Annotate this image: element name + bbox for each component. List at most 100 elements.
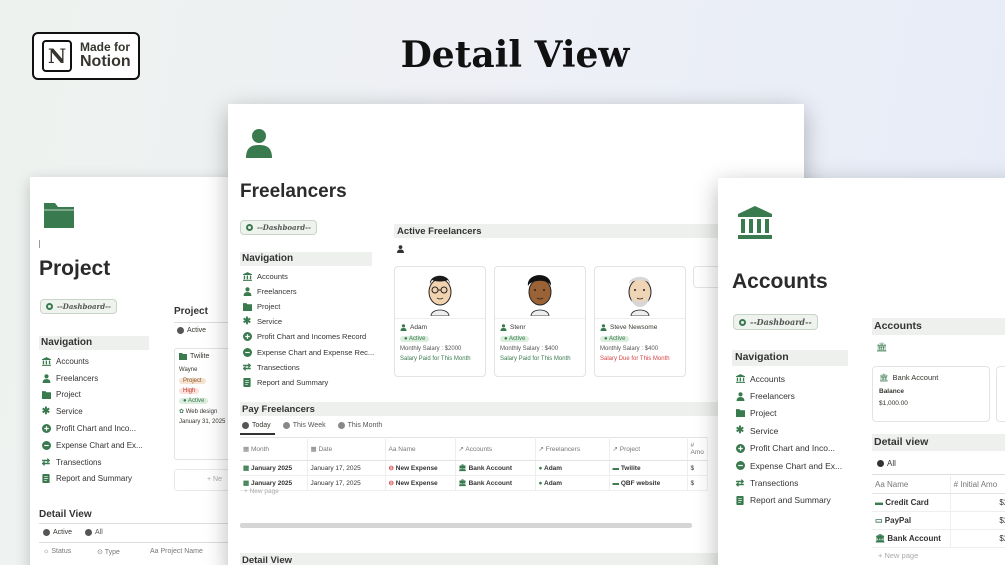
sidebar-item-label: Accounts <box>257 272 288 282</box>
bank-icon: 🏛 <box>458 465 467 472</box>
sidebar-item-service[interactable]: ✱ Service <box>735 422 860 439</box>
dashboard-button[interactable]: --Dashboard-- <box>240 220 317 235</box>
freelancer-card[interactable]: Stenr ● Active Monthly Salary : $400 Sal… <box>494 266 586 377</box>
status-badge: ● Active <box>500 336 530 342</box>
table-row[interactable]: 🏛 Bank Account $2,0 <box>872 529 1005 548</box>
column-type-icon: ▦ <box>243 446 250 453</box>
new-page-button[interactable]: + New page <box>244 488 279 495</box>
table-cell: 🏛 Bank Account <box>872 529 951 548</box>
sidebar-item-report-and-summary[interactable]: Report and Summary <box>735 492 860 509</box>
column-header[interactable]: ↗ Freelancers <box>535 437 610 461</box>
sidebar-item-label: Transections <box>257 362 300 372</box>
balance-label: Balance <box>879 388 904 395</box>
detail-view-title: Detail View <box>39 509 92 520</box>
folder-icon <box>242 302 252 312</box>
sidebar-item-freelancers[interactable]: Freelancers <box>41 370 153 387</box>
horizontal-scrollbar[interactable] <box>240 523 692 528</box>
sidebar-item-accounts[interactable]: Accounts <box>735 370 860 387</box>
refresh-icon <box>739 318 746 326</box>
new-page-button[interactable]: + New page <box>878 551 918 560</box>
nav-header: Navigation <box>732 350 848 366</box>
sidebar-item-service[interactable]: ✱ Service <box>242 314 382 329</box>
folder-icon <box>735 408 745 418</box>
sidebar-item-accounts[interactable]: Accounts <box>242 269 382 284</box>
freelancer-card[interactable]: Adam ● Active Monthly Salary : $2000 Sal… <box>394 266 486 377</box>
person-icon <box>400 324 407 331</box>
column-header-type: ⊙ Type <box>97 549 120 556</box>
sidebar-item-freelancers[interactable]: Freelancers <box>735 387 860 404</box>
table-row[interactable]: ▭ PayPal $2,0 <box>872 511 1005 530</box>
account-card-overflow <box>996 366 1005 422</box>
column-header[interactable]: ▦ Date <box>307 437 386 461</box>
sidebar-item-label: Project <box>257 302 281 312</box>
bank-icon <box>242 272 252 282</box>
plus-circle-icon <box>735 443 745 453</box>
sidebar-item-transections[interactable]: ⇄ Transections <box>41 454 153 471</box>
salary-status: Salary Paid for This Month <box>400 356 471 362</box>
table-cell: ⊖ New Expense <box>385 475 456 491</box>
table-row[interactable]: ▦ January 2025 January 17, 2025 ⊖ New Expe… <box>240 460 708 476</box>
column-header[interactable]: Aa Name <box>872 476 951 494</box>
sidebar-item-accounts[interactable]: Accounts <box>41 353 153 370</box>
sidebar-item-profit-chart-and-incomes-record[interactable]: Profit Chart and Incomes Record <box>242 329 382 344</box>
column-header[interactable]: ▦ Month <box>240 437 308 461</box>
sidebar-item-service[interactable]: ✱ Service <box>41 403 153 420</box>
tab-this-month[interactable]: This Month <box>337 422 382 429</box>
column-header[interactable]: ↗ Accounts <box>455 437 536 461</box>
plus-circle-icon <box>41 424 51 434</box>
sidebar-item-expense-chart-and-expense-rec[interactable]: Expense Chart and Expense Rec... <box>242 344 382 359</box>
page-heading: Freelancers <box>240 181 347 202</box>
refresh-icon <box>46 303 53 310</box>
minus-circle-icon <box>242 347 252 357</box>
sidebar-item-report-and-summary[interactable]: Report and Summary <box>41 471 153 488</box>
credit-card-icon: ▬ <box>875 498 883 507</box>
folder-icon <box>179 353 187 360</box>
sidebar-item-transections[interactable]: ⇄ Transections <box>242 360 382 375</box>
tab-active[interactable]: Active <box>43 529 72 536</box>
sidebar-item-profit-chart-and-inco[interactable]: Profit Chart and Inco... <box>41 420 153 437</box>
tab-this-week[interactable]: This Week <box>282 422 326 429</box>
tab-today[interactable]: Today <box>242 422 271 429</box>
column-header[interactable]: # Initial Amo <box>950 476 1005 494</box>
status-badge: ● Active <box>400 336 430 342</box>
table-row[interactable]: ▦ January 2025 January 17, 2025 ⊖ New Expe… <box>240 475 708 491</box>
priority-tag: High <box>179 388 200 394</box>
salary-text: Monthly Salary : $2000 <box>400 346 462 352</box>
person-icon <box>242 287 252 297</box>
dashboard-button[interactable]: --Dashboard-- <box>733 314 818 330</box>
table-cell: $2,0 <box>950 511 1005 530</box>
divider <box>39 523 249 524</box>
sidebar-item-freelancers[interactable]: Freelancers <box>242 284 382 299</box>
sidebar-item-expense-chart-and-ex[interactable]: Expense Chart and Ex... <box>41 437 153 454</box>
salary-text: Monthly Salary : $400 <box>500 346 559 352</box>
sidebar-item-label: Accounts <box>56 356 89 366</box>
bank-icon <box>41 356 51 366</box>
salary-status: Salary Paid for This Month <box>500 356 571 362</box>
tab-all[interactable]: All <box>85 529 103 536</box>
person-icon <box>600 324 607 331</box>
account-card[interactable]: 🏛 Bank Account Balance $1,000.00 <box>872 366 990 422</box>
column-header[interactable]: ↗ Project <box>609 437 688 461</box>
sidebar-item-project[interactable]: Project <box>41 387 153 404</box>
sidebar-item-expense-chart-and-ex[interactable]: Expense Chart and Ex... <box>735 457 860 474</box>
freelancer-card[interactable]: Steve Newsome ● Active Monthly Salary : … <box>594 266 686 377</box>
sidebar-item-report-and-summary[interactable]: Report and Summary <box>242 375 382 390</box>
person-icon: ● <box>538 464 543 472</box>
sidebar-item-project[interactable]: Project <box>242 299 382 314</box>
tab-icon <box>177 327 184 334</box>
sidebar-item-label: Project <box>56 390 81 400</box>
tab-active[interactable]: Active <box>177 327 206 334</box>
table-row[interactable]: ▬ Credit Card $2,0 <box>872 493 1005 512</box>
person-icon <box>246 129 272 158</box>
folder-icon <box>41 390 51 400</box>
column-header[interactable]: Aa Name <box>385 437 456 461</box>
sidebar-item-label: Service <box>257 317 283 327</box>
table-cell: ▬ QBF website <box>609 475 688 491</box>
column-header[interactable]: # Amo <box>687 437 708 461</box>
nav-header: Navigation <box>39 336 149 350</box>
sidebar-item-transections[interactable]: ⇄ Transections <box>735 474 860 491</box>
sidebar-item-profit-chart-and-inco[interactable]: Profit Chart and Inco... <box>735 440 860 457</box>
tab-all[interactable]: All <box>877 459 896 468</box>
dashboard-button[interactable]: --Dashboard-- <box>40 299 117 314</box>
sidebar-item-project[interactable]: Project <box>735 405 860 422</box>
